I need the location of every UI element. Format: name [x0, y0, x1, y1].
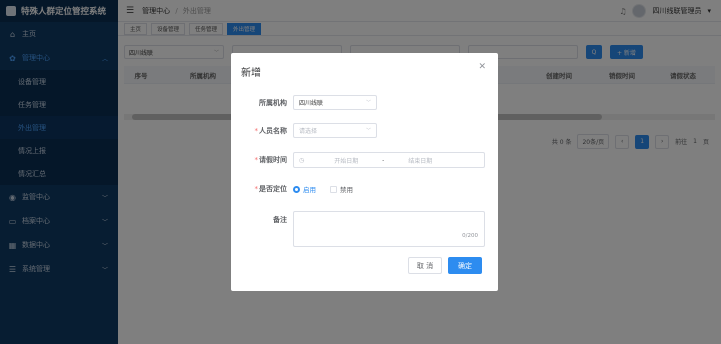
person-label: *人员名称 [254, 126, 288, 135]
radio-disable[interactable]: 禁用 [330, 184, 353, 194]
checkbox-box [330, 185, 337, 193]
form-row-remark: 备注 0/200 [231, 211, 498, 247]
dialog-title: 新增 [241, 68, 261, 79]
org-label: 所属机构 [259, 98, 287, 107]
form-row-org: 所属机构 四川线联 ﹀ [231, 95, 498, 110]
cancel-button[interactable]: 取 消 [408, 257, 442, 274]
radio-enable[interactable]: 启用 [293, 184, 316, 194]
remark-label: 备注 [273, 216, 287, 224]
form-row-locate: *是否定位 启用 禁用 [231, 184, 498, 194]
person-select-placeholder: 请选择 [299, 128, 318, 135]
radio-enable-label: 启用 [303, 186, 316, 194]
start-date-input[interactable]: 开始日期 [316, 156, 376, 165]
required-mark: * [254, 126, 259, 135]
required-mark: * [254, 156, 259, 164]
dialog-footer: 取 消 确定 [408, 257, 482, 274]
radio-dot [293, 185, 300, 193]
org-select-value: 四川线联 [299, 100, 324, 107]
locate-label: *是否定位 [254, 185, 288, 193]
close-icon[interactable]: ✕ [478, 62, 486, 72]
chevron-down-icon: ﹀ [365, 100, 371, 106]
form-row-time: *请假时间 ◷ 开始日期 - 结束日期 [231, 152, 498, 168]
date-range-picker[interactable]: ◷ 开始日期 - 结束日期 [293, 152, 485, 168]
confirm-button[interactable]: 确定 [448, 257, 482, 274]
remark-textarea[interactable]: 0/200 [293, 211, 485, 247]
remark-char-count: 0/200 [462, 233, 478, 239]
radio-disable-label: 禁用 [340, 186, 353, 194]
date-range-separator: - [382, 156, 385, 164]
required-mark: * [254, 185, 259, 193]
time-label: *请假时间 [254, 156, 288, 164]
person-select[interactable]: 请选择 ﹀ [293, 123, 377, 138]
clock-icon: ◷ [299, 156, 305, 164]
form-row-person: *人员名称 请选择 ﹀ [231, 123, 498, 138]
chevron-down-icon: ﹀ [365, 128, 371, 134]
add-dialog: 新增 ✕ 所属机构 四川线联 ﹀ *人员名称 请选择 ﹀ *请假时间 ◷ 开始日… [231, 53, 498, 291]
org-select[interactable]: 四川线联 ﹀ [293, 95, 377, 110]
end-date-input[interactable]: 结束日期 [390, 156, 450, 165]
